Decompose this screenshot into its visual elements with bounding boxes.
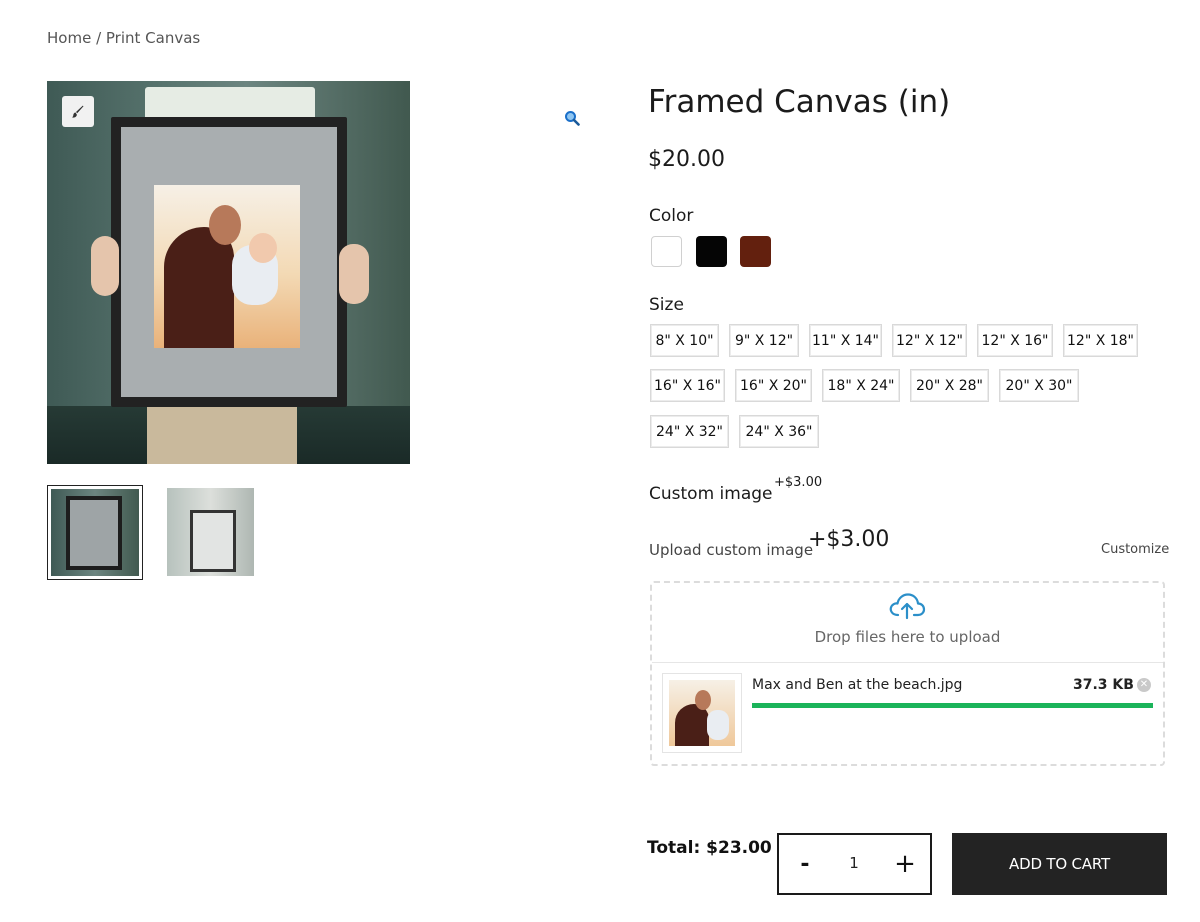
breadcrumb: Home / Print Canvas (47, 29, 200, 47)
close-circle-icon[interactable]: ✕ (1137, 678, 1151, 692)
main-product-image[interactable] (47, 81, 410, 464)
uploaded-file-name: Max and Ben at the beach.jpg (752, 677, 963, 693)
size-option[interactable]: 20" X 28" (910, 369, 989, 402)
customize-link[interactable]: Customize (1101, 542, 1169, 557)
size-option[interactable]: 11" X 14" (809, 324, 882, 357)
image-left-hand (91, 236, 119, 296)
upload-price: +$3.00 (808, 527, 890, 552)
size-option[interactable]: 12" X 12" (892, 324, 967, 357)
size-option[interactable]: 16" X 16" (650, 369, 725, 402)
uploaded-file-size: 37.3 KB (1073, 677, 1134, 693)
color-swatch-black[interactable] (696, 236, 727, 267)
upload-progress-bar (752, 703, 1153, 708)
size-option[interactable]: 12" X 18" (1063, 324, 1138, 357)
product-price: $20.00 (648, 147, 725, 172)
framed-photo (154, 185, 300, 348)
breadcrumb-home-link[interactable]: Home (47, 29, 91, 47)
size-option[interactable]: 20" X 30" (999, 369, 1079, 402)
upload-progress-fill (752, 703, 1153, 708)
dropzone-text: Drop files here to upload (814, 628, 1001, 646)
magnifier-icon[interactable] (564, 110, 580, 130)
size-option[interactable]: 8" X 10" (650, 324, 719, 357)
custom-image-price: +$3.00 (774, 475, 823, 490)
color-label: Color (649, 206, 694, 226)
quantity-increase-button[interactable]: + (893, 849, 917, 879)
quantity-decrease-button[interactable]: - (795, 849, 815, 879)
size-label: Size (649, 295, 684, 315)
add-to-cart-button[interactable]: ADD TO CART (952, 833, 1167, 895)
size-option[interactable]: 16" X 20" (735, 369, 812, 402)
size-option[interactable]: 12" X 16" (977, 324, 1053, 357)
custom-image-title: Custom image (649, 484, 773, 504)
size-option[interactable]: 9" X 12" (729, 324, 799, 357)
size-option[interactable]: 24" X 36" (739, 415, 819, 448)
cloud-upload-icon[interactable] (888, 591, 926, 621)
breadcrumb-current: Print Canvas (105, 29, 201, 47)
thumbnail-1[interactable] (47, 485, 143, 580)
upload-label: Upload custom image (649, 541, 814, 559)
product-title: Framed Canvas (in) (648, 84, 951, 120)
uploaded-file-thumbnail (662, 673, 742, 753)
thumbnail-2[interactable] (167, 488, 254, 576)
size-option[interactable]: 24" X 32" (650, 415, 729, 448)
breadcrumb-separator: / (91, 29, 106, 47)
size-option[interactable]: 18" X 24" (822, 369, 900, 402)
quantity-input[interactable]: 1 (840, 854, 868, 872)
image-right-hand (339, 244, 369, 304)
paintbrush-icon[interactable] (62, 96, 94, 127)
total-price: Total: $23.00 (647, 838, 772, 858)
color-swatch-white[interactable] (651, 236, 682, 267)
color-swatch-brown[interactable] (740, 236, 771, 267)
